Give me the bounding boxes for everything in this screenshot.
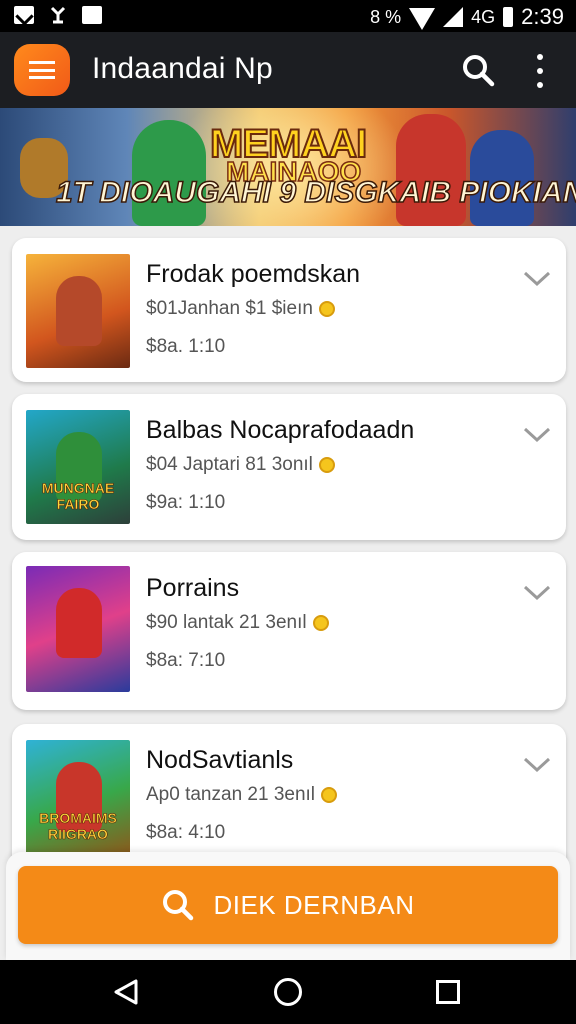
notification-icon xyxy=(14,6,34,24)
search-icon xyxy=(463,55,495,87)
item-meta-text: Ap0 tanzan 21 3enıl xyxy=(146,784,316,805)
battery-icon xyxy=(503,7,514,27)
item-meta-text: $04 Japtari 81 3onıl xyxy=(146,454,313,475)
coin-icon xyxy=(318,457,335,473)
network-type: 4G xyxy=(471,6,496,27)
signal-icon xyxy=(443,7,464,27)
more-options-button[interactable] xyxy=(528,54,552,88)
item-detail: $8a: 7:10 xyxy=(146,650,226,671)
app-logo[interactable] xyxy=(14,44,70,96)
item-meta: $90 lantak 21 3enıl xyxy=(146,612,329,634)
thumbnail-caption: BROMAIMS RIIGRAO xyxy=(39,810,117,843)
item-title: Porrains xyxy=(146,574,240,602)
item-meta-text: $01Janhan $1 $ieın xyxy=(146,298,313,319)
cta-label: DIEK DERNBAN xyxy=(213,889,415,920)
system-nav-bar xyxy=(0,960,576,1024)
app-title: Indaandai Np xyxy=(92,52,273,85)
home-icon[interactable] xyxy=(274,978,302,1006)
status-bar: 8 % 4G 2:39 xyxy=(0,0,576,32)
square-icon xyxy=(82,6,102,24)
game-thumbnail: MUNGNAE FAIRO xyxy=(26,410,130,524)
item-title: Frodak poemdskan xyxy=(146,260,361,288)
status-left-icons xyxy=(14,6,102,24)
vibrate-icon: 8 % xyxy=(370,6,402,27)
list-item[interactable]: Porrains $90 lantak 21 3enıl $8a: 7:10 xyxy=(12,552,566,710)
chevron-down-icon[interactable] xyxy=(522,424,552,444)
item-detail: $8a. 1:10 xyxy=(146,336,226,357)
item-meta: $01Janhan $1 $ieın xyxy=(146,298,335,320)
list-item[interactable]: Frodak poemdskan $01Janhan $1 $ieın $8a.… xyxy=(12,238,566,382)
recents-icon[interactable] xyxy=(436,980,460,1004)
app-bar: Indaandai Np xyxy=(0,32,576,108)
status-time: 2:39 xyxy=(521,4,564,29)
coin-icon xyxy=(318,301,335,317)
search-cta-button[interactable]: DIEK DERNBAN xyxy=(18,866,558,944)
chevron-down-icon[interactable] xyxy=(522,268,552,288)
item-meta: $04 Japtari 81 3onıl xyxy=(146,454,335,476)
coin-icon xyxy=(321,787,338,803)
wifi-icon xyxy=(409,8,436,30)
banner-character xyxy=(132,120,206,226)
search-button[interactable] xyxy=(460,52,496,88)
item-detail: $8a: 4:10 xyxy=(146,822,226,843)
promo-banner[interactable]: MEMAAI MAINAOO 1T DIOAUGAHI 9 DISGKAIB P… xyxy=(0,108,576,226)
game-thumbnail xyxy=(26,254,130,368)
item-title: NodSavtianls xyxy=(146,746,294,774)
thumbnail-caption: MUNGNAE FAIRO xyxy=(41,480,115,513)
menu-lines-icon xyxy=(29,61,55,79)
game-thumbnail: BROMAIMS RIIGRAO xyxy=(26,740,130,854)
item-detail: $9a: 1:10 xyxy=(146,492,226,513)
chevron-down-icon[interactable] xyxy=(522,582,552,602)
dot-icon xyxy=(537,82,543,88)
dot-icon xyxy=(537,68,543,74)
thumbnail-character xyxy=(56,276,102,346)
dot-icon xyxy=(537,54,543,60)
search-icon xyxy=(163,890,194,921)
item-meta: Ap0 tanzan 21 3enıl xyxy=(146,784,338,806)
status-right: 8 % 4G 2:39 xyxy=(370,4,564,30)
item-title: Balbas Nocaprafodaadn xyxy=(146,416,415,444)
coin-icon xyxy=(312,615,329,631)
banner-tagline: 1T DIOAUGAHI 9 DISGKAIB PIOKIANAII xyxy=(55,175,576,210)
list-item[interactable]: MUNGNAE FAIRO Balbas Nocaprafodaadn $04 … xyxy=(12,394,566,540)
android-icon xyxy=(48,6,68,24)
item-meta-text: $90 lantak 21 3enıl xyxy=(146,612,307,633)
thumbnail-character xyxy=(56,588,102,658)
game-thumbnail xyxy=(26,566,130,692)
back-icon[interactable] xyxy=(112,978,140,1006)
chevron-down-icon[interactable] xyxy=(522,754,552,774)
